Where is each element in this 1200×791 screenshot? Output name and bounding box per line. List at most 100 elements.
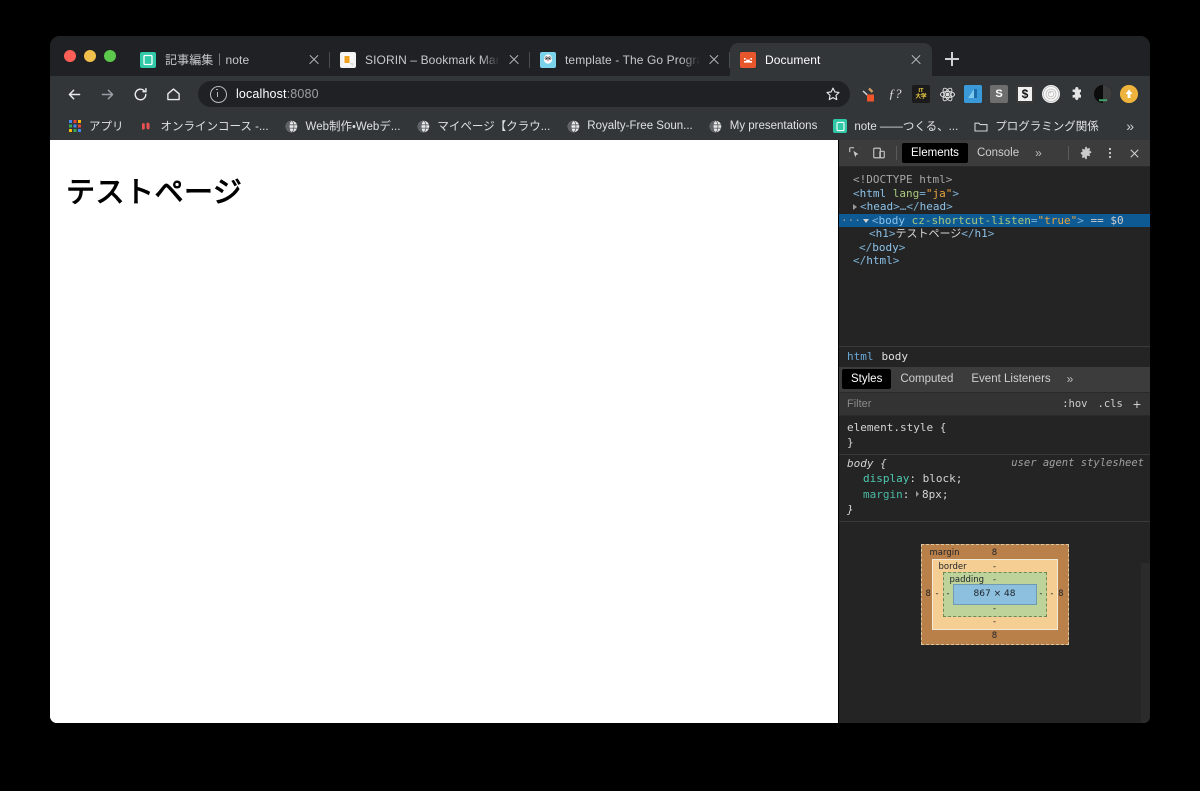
tree-line-body-close[interactable]: </body> <box>839 241 1150 255</box>
blue-extension-icon[interactable] <box>960 81 986 107</box>
tree-line-head[interactable]: <head>…</head> <box>839 200 1150 214</box>
browser-tab-siorin[interactable]: SIORIN – Bookmark Manager – <box>330 43 530 76</box>
rule-selector[interactable]: body <box>847 457 874 470</box>
devtools-more-tabs-button[interactable]: » <box>1028 144 1049 162</box>
update-extension-icon[interactable] <box>1116 81 1142 107</box>
devtools-scrollbar[interactable] <box>1141 563 1150 723</box>
tab-computed[interactable]: Computed <box>891 369 962 389</box>
reload-icon[interactable] <box>126 80 154 108</box>
more-vertical-icon[interactable] <box>1098 142 1122 164</box>
tab-event-listeners[interactable]: Event Listeners <box>962 369 1059 389</box>
navigation-toolbar: localhost:8080 ƒ? IT 大学 S $ <box>50 76 1150 112</box>
bookmark-folder-programming[interactable]: プログラミング関係 <box>966 115 1107 137</box>
back-arrow-icon[interactable] <box>60 80 88 108</box>
bookmark-udemy[interactable]: オンラインコース -... <box>132 115 277 137</box>
devtools-tab-console[interactable]: Console <box>968 143 1028 163</box>
close-tab-button[interactable] <box>706 52 722 68</box>
bookmark-web-seisaku[interactable]: Web制作・Webデ... <box>277 115 409 137</box>
padding-right-value[interactable]: - <box>1039 589 1042 599</box>
close-tab-button[interactable] <box>908 52 924 68</box>
profile-avatar[interactable] <box>1090 81 1116 107</box>
inspect-element-icon[interactable] <box>843 142 867 164</box>
maximize-window-button[interactable] <box>104 50 116 62</box>
padding-bottom-value[interactable]: - <box>944 604 1046 614</box>
browser-tab-note[interactable]: 記事編集｜note <box>130 43 330 76</box>
border-bottom-value[interactable]: - <box>933 617 1057 627</box>
tab-styles[interactable]: Styles <box>842 369 892 390</box>
box-model-content[interactable]: 867 × 48 <box>952 583 1037 605</box>
devtools-tab-elements[interactable]: Elements <box>902 143 968 163</box>
home-icon[interactable] <box>159 80 187 108</box>
tree-line-html[interactable]: <html lang="ja"> <box>839 187 1150 201</box>
padding-top-value[interactable]: - <box>944 575 1046 585</box>
cls-toggle-button[interactable]: .cls <box>1093 398 1128 410</box>
device-toggle-icon[interactable] <box>867 142 891 164</box>
info-circle-icon[interactable] <box>210 85 227 103</box>
expand-shorthand-icon[interactable] <box>916 490 919 497</box>
bookmark-my-presentations[interactable]: My presentations <box>701 115 826 137</box>
collapse-arrow-icon[interactable] <box>862 219 869 224</box>
bookmarks-overflow-button[interactable]: » <box>1118 118 1142 134</box>
rule-selector[interactable]: element.style <box>847 421 933 434</box>
tree-node-text: <!DOCTYPE html> <box>853 173 953 186</box>
box-model-border[interactable]: border - - - - padding - - - - 867 × 48 <box>931 558 1058 630</box>
new-style-rule-button[interactable]: + <box>1128 396 1144 412</box>
property-value[interactable]: block <box>923 472 956 485</box>
bookmark-royalty-free-sound[interactable]: Royalty-Free Soun... <box>558 115 700 137</box>
star-icon[interactable] <box>818 81 848 107</box>
tree-line-html-close[interactable]: </html> <box>839 254 1150 268</box>
atom-extension-icon[interactable] <box>934 81 960 107</box>
close-window-button[interactable] <box>64 50 76 62</box>
border-top-value[interactable]: - <box>933 562 1057 572</box>
devtools-elements-tree[interactable]: <!DOCTYPE html> <html lang="ja"> <head>…… <box>839 167 1150 346</box>
breadcrumb-item-body[interactable]: body <box>882 350 917 363</box>
close-tab-button[interactable] <box>506 52 522 68</box>
margin-left-value[interactable]: 8 <box>926 589 931 599</box>
new-tab-button[interactable] <box>938 45 966 73</box>
close-icon[interactable] <box>1122 142 1146 164</box>
target-extension-icon[interactable] <box>1038 81 1064 107</box>
filter-input[interactable]: Filter <box>847 398 1057 410</box>
margin-top-value[interactable]: 8 <box>922 548 1068 558</box>
tree-line-h1[interactable]: <h1>テストページ</h1> <box>839 227 1150 241</box>
border-right-value[interactable]: - <box>1050 589 1053 599</box>
property-name[interactable]: display <box>863 472 909 485</box>
close-tab-button[interactable] <box>306 52 322 68</box>
hammer-extension-icon[interactable] <box>856 81 882 107</box>
hov-toggle-button[interactable]: :hov <box>1057 398 1092 410</box>
s-extension-icon[interactable]: S <box>986 81 1012 107</box>
browser-tab-go-template[interactable]: template - The Go Programming <box>530 43 730 76</box>
css-declaration-display[interactable]: display: block; <box>847 471 1144 487</box>
minimize-window-button[interactable] <box>84 50 96 62</box>
padding-left-value[interactable]: - <box>947 589 950 599</box>
expand-arrow-icon[interactable] <box>853 203 857 210</box>
box-model-padding[interactable]: padding - - - - 867 × 48 <box>942 571 1047 617</box>
property-value[interactable]: 8px <box>922 488 942 501</box>
function-extension-icon[interactable]: ƒ? <box>882 81 908 107</box>
margin-right-value[interactable]: 8 <box>1058 589 1063 599</box>
bookmark-label: マイページ【クラウ... <box>437 121 551 133</box>
address-bar[interactable]: localhost:8080 <box>198 81 850 107</box>
browser-tab-document[interactable]: Document <box>730 43 932 76</box>
margin-bottom-value[interactable]: 8 <box>922 631 1068 641</box>
border-left-value[interactable]: - <box>936 589 939 599</box>
dollar-extension-icon[interactable]: $ <box>1012 81 1038 107</box>
node-badge[interactable]: ··· <box>841 214 861 228</box>
tree-line-doctype[interactable]: <!DOCTYPE html> <box>839 173 1150 187</box>
css-rule-body[interactable]: user agent stylesheet body { display: bl… <box>839 455 1150 522</box>
ext-label-line2: 大学 <box>915 94 927 100</box>
puzzle-extension-icon[interactable] <box>1064 81 1090 107</box>
bookmark-note[interactable]: note ——つくる、... <box>825 115 966 137</box>
tree-line-body-selected[interactable]: ··· <body cz-shortcut-listen="true"> == $… <box>839 213 1150 228</box>
css-rule-element-style[interactable]: element.style { } <box>839 419 1150 455</box>
property-name[interactable]: margin <box>863 488 903 501</box>
bookmark-apps[interactable]: アプリ <box>60 115 132 137</box>
bookmark-mypage[interactable]: マイページ【クラウ... <box>408 115 558 137</box>
breadcrumb-item-html[interactable]: html <box>847 350 882 363</box>
gear-icon[interactable] <box>1074 142 1098 164</box>
forward-arrow-icon[interactable] <box>93 80 121 108</box>
box-model-margin[interactable]: margin 8 8 8 8 border - - - - padding - … <box>920 543 1069 645</box>
it-daigaku-extension-icon[interactable]: IT 大学 <box>908 81 934 107</box>
css-declaration-margin[interactable]: margin: 8px; <box>847 487 1144 503</box>
styles-more-tabs-button[interactable]: » <box>1060 370 1081 388</box>
